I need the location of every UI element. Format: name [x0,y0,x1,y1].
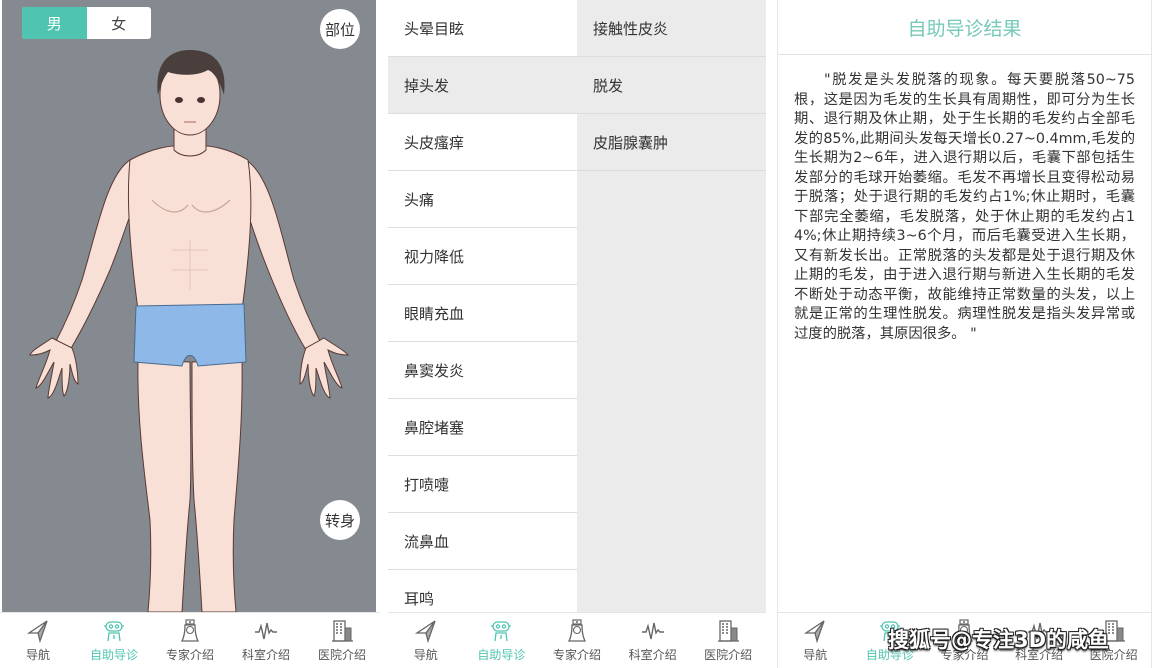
hospital-building-icon [718,620,740,642]
nurse-icon [567,619,587,642]
watermark-text: 搜狐号@专注3D的咸鱼 [888,628,1110,652]
result-description: "脱发是头发脱落的现象。每天要脱落50~75根，这是因为毛发的生长具有周期性，即… [794,72,1135,342]
nav-label: 医院介绍 [704,648,753,662]
nav-item-hospital[interactable]: 医院介绍 [304,613,380,668]
nav-label: 导航 [413,648,438,662]
symptom-item[interactable]: 鼻窦发炎 [388,342,577,399]
hospital-building-icon [332,620,353,642]
heartbeat-icon [255,622,277,640]
disease-list: 接触性皮炎 脱发 皮脂腺囊肿 [577,0,766,612]
symptom-item[interactable]: 流鼻血 [388,513,577,570]
nav-item-experts[interactable]: 专家介绍 [539,613,615,668]
body-part-button[interactable]: 部位 [320,9,360,49]
nav-item-navigation[interactable]: 导航 [0,613,76,668]
nav-item-navigation[interactable]: 导航 [388,613,464,668]
gender-toggle[interactable]: 男 女 [22,7,151,39]
symptom-item[interactable]: 打喷嚏 [388,456,577,513]
symptom-select-screen: 头晕目眩 掉头发 头皮瘙痒 头痛 视力降低 眼睛充血 鼻窦发炎 鼻腔堵塞 打喷嚏… [388,0,766,668]
nav-label: 医院介绍 [317,648,366,662]
diagnosis-result-screen: 自助导诊结果 "脱发是头发脱落的现象。每天要脱落50~75根，这是因为毛发的生长… [777,0,1152,668]
disease-item-selected[interactable]: 脱发 [577,57,766,114]
disease-item[interactable]: 皮脂腺囊肿 [577,114,766,171]
nav-label: 自助导诊 [89,648,138,662]
heartbeat-icon [641,622,664,640]
symptom-item[interactable]: 眼睛充血 [388,285,577,342]
nav-label: 导航 [803,648,828,662]
nav-label: 专家介绍 [552,648,601,662]
bottom-nav: 导航 自助导诊 专家介绍 科室介绍 医院介绍 [0,612,380,668]
symptom-item[interactable]: 视力降低 [388,228,577,285]
gender-female-option[interactable]: 女 [87,7,152,39]
nav-label: 科室介绍 [241,648,290,662]
symptom-item[interactable]: 头晕目眩 [388,0,577,57]
nav-label: 自助导诊 [477,648,526,662]
bottom-nav: 导航 自助导诊 专家介绍 科室介绍 医院介绍 [388,612,766,668]
robot-icon [104,621,124,642]
nav-item-navigation[interactable]: 导航 [778,613,853,668]
turn-body-button[interactable]: 转身 [320,500,360,540]
symptom-item-selected[interactable]: 掉头发 [388,57,577,114]
disease-item[interactable]: 接触性皮炎 [577,0,766,57]
nav-item-self-diagnosis[interactable]: 自助导诊 [464,613,540,668]
gender-male-option[interactable]: 男 [22,7,87,39]
nav-item-hospital[interactable]: 医院介绍 [690,613,766,668]
result-title: 自助导诊结果 [778,0,1151,55]
nav-item-departments[interactable]: 科室介绍 [615,613,691,668]
symptom-item[interactable]: 头痛 [388,171,577,228]
nav-label: 导航 [25,648,50,662]
symptom-list-primary: 头晕目眩 掉头发 头皮瘙痒 头痛 视力降低 眼睛充血 鼻窦发炎 鼻腔堵塞 打喷嚏… [388,0,577,627]
navigation-arrow-icon [414,620,436,643]
nav-label: 专家介绍 [165,648,214,662]
navigation-arrow-icon [26,620,48,643]
body-map-screen: 男 女 部位 转身 导航 自助导诊 专家介绍 科室介绍 医院介绍 [0,0,380,668]
nurse-icon [180,619,200,642]
body-map-area: 男 女 部位 转身 [2,0,376,612]
nav-item-departments[interactable]: 科室介绍 [228,613,304,668]
symptom-item[interactable]: 头皮瘙痒 [388,114,577,171]
nav-item-self-diagnosis[interactable]: 自助导诊 [76,613,152,668]
nav-label: 科室介绍 [628,648,677,662]
symptom-item[interactable]: 鼻腔堵塞 [388,399,577,456]
robot-icon [491,621,512,642]
nav-item-experts[interactable]: 专家介绍 [152,613,228,668]
navigation-arrow-icon [804,620,825,643]
